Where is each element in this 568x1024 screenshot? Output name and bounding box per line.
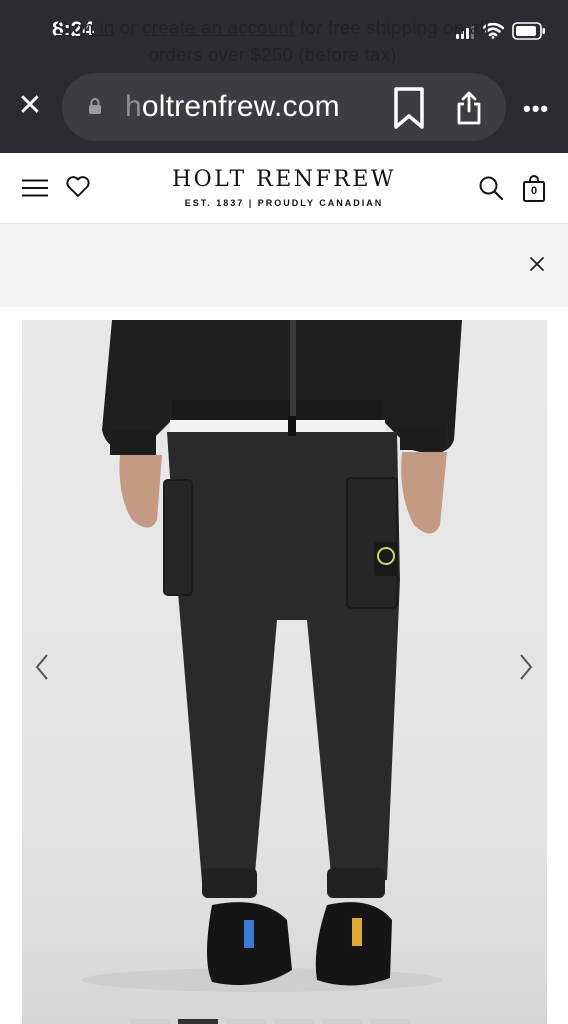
share-icon[interactable] bbox=[455, 90, 483, 126]
search-icon[interactable] bbox=[478, 175, 504, 201]
bookmark-icon[interactable] bbox=[392, 86, 426, 130]
promo-banner bbox=[0, 224, 568, 307]
url-text[interactable]: holtrenfrew.com bbox=[125, 85, 340, 129]
more-options-button[interactable]: ••• bbox=[523, 96, 549, 122]
close-icon[interactable] bbox=[527, 254, 547, 274]
gallery-thumbnails bbox=[130, 1019, 410, 1024]
battery-icon bbox=[512, 22, 545, 40]
product-image[interactable] bbox=[22, 320, 547, 1024]
chevron-left-icon[interactable] bbox=[32, 652, 52, 682]
close-tab-button[interactable]: ✕ bbox=[14, 88, 46, 124]
chevron-right-icon[interactable] bbox=[516, 652, 536, 682]
thumbnail[interactable] bbox=[322, 1019, 362, 1024]
thumbnail[interactable] bbox=[130, 1019, 170, 1024]
promo-text: Sign in or create an account for free sh… bbox=[30, 14, 515, 68]
product-photo bbox=[22, 320, 547, 1024]
create-account-link[interactable]: create an account bbox=[142, 17, 294, 38]
thumbnail-active[interactable] bbox=[178, 1019, 218, 1024]
site-header: HOLT RENFREW EST. 1837 | PROUDLY CANADIA… bbox=[0, 153, 568, 224]
thumbnail[interactable] bbox=[370, 1019, 410, 1024]
sign-in-link[interactable]: Sign in bbox=[56, 17, 115, 38]
promo-or: or bbox=[114, 17, 143, 38]
thumbnail[interactable] bbox=[274, 1019, 314, 1024]
lock-icon bbox=[89, 98, 101, 114]
thumbnail[interactable] bbox=[226, 1019, 266, 1024]
bag-count: 0 bbox=[530, 185, 538, 197]
